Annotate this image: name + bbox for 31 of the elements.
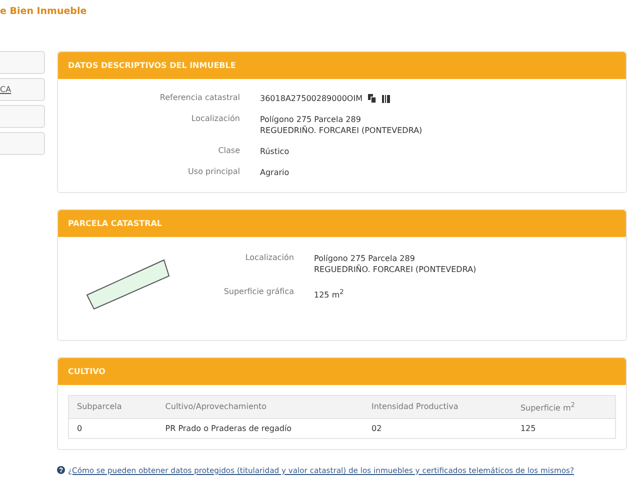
field-value: Polígono 275 Parcela 289 REGUEDRIÑO. FORCAREI (PONTEVEDRA)	[260, 114, 424, 136]
column-header: Cultivo/Aprovechamiento	[157, 396, 364, 418]
page-title: e Bien Inmueble	[0, 5, 88, 19]
field-label: Uso principal	[187, 167, 240, 178]
barcode-icon[interactable]	[382, 94, 390, 102]
field-label: Superficie gráfica	[222, 287, 294, 298]
table-cell: 0	[68, 418, 158, 438]
field-value: Agrario	[260, 167, 290, 178]
field-value: 36018A27500289000OIM	[260, 93, 362, 104]
sidebar-item[interactable]: CA	[0, 78, 45, 101]
field-label: Clase	[217, 146, 240, 157]
table-cell: 02	[363, 418, 512, 438]
panel-header: PARCELA CATASTRAL	[58, 210, 626, 237]
panel-header: DATOS DESCRIPTIVOS DEL INMUEBLE	[58, 52, 626, 79]
table-cell: PR Prado o Praderas de regadío	[157, 418, 364, 438]
table-cell: 125	[512, 418, 616, 438]
sidebar-item[interactable]	[0, 132, 45, 155]
sidebar-item[interactable]	[0, 105, 45, 128]
field-label: Localización	[190, 114, 240, 125]
help-icon	[57, 466, 65, 474]
column-header: Superficie m$^{2}$	[512, 396, 616, 418]
column-header: Subparcela	[68, 396, 158, 418]
column-header: Intensidad Productiva	[363, 396, 512, 418]
sidebar-item[interactable]	[0, 51, 45, 74]
field-value: Polígono 275 Parcela 289 REGUEDRIÑO. FORCAREI (PONTEVEDRA)	[314, 253, 476, 275]
field-value: Rústico	[260, 146, 290, 157]
copy-icon[interactable]	[368, 94, 376, 103]
panel-header: CULTIVO	[58, 358, 626, 385]
field-label: Referencia catastral	[158, 93, 240, 104]
field-label: Localización	[244, 253, 294, 264]
field-value: 125 m$^{2}$	[314, 287, 345, 301]
